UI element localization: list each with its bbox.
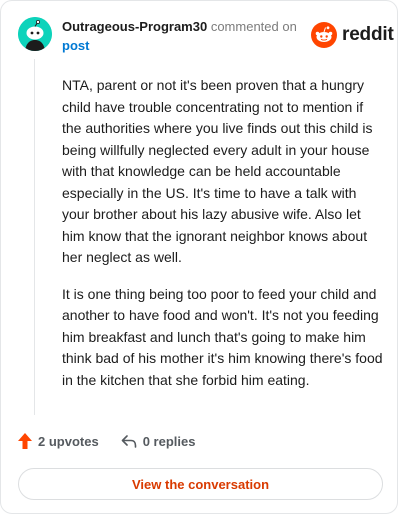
reply-count: 0 replies: [142, 433, 196, 449]
comment-paragraph-2: It is one thing being too poor to feed y…: [62, 285, 383, 388]
thread-line: [34, 59, 35, 415]
comment-header: Outrageous-Program30 commented on post: [62, 18, 312, 54]
upvote-arrow-icon: [18, 433, 32, 449]
reddit-logo[interactable]: reddit: [311, 22, 394, 48]
reply-arrow-icon: [121, 435, 136, 448]
user-avatar[interactable]: [18, 17, 52, 51]
upvote-button[interactable]: 2 upvotes: [18, 433, 99, 449]
comment-actions: 2 upvotes 0 replies: [18, 433, 195, 449]
comment-body: NTA, parent or not it's been proven that…: [62, 75, 384, 406]
reddit-alien-icon: [311, 22, 337, 48]
post-link[interactable]: post: [62, 37, 89, 54]
comment-card: Outrageous-Program30 commented on post r…: [0, 0, 398, 514]
commented-on-text: commented on: [210, 19, 297, 34]
upvote-count: 2 upvotes: [38, 433, 99, 449]
username[interactable]: Outrageous-Program30: [62, 19, 207, 34]
reply-button[interactable]: 0 replies: [121, 433, 196, 449]
reddit-wordmark: reddit: [342, 24, 394, 45]
comment-paragraph-1: NTA, parent or not it's been proven that…: [62, 77, 373, 265]
snoo-avatar-icon: [18, 17, 52, 51]
view-conversation-button[interactable]: View the conversation: [18, 468, 383, 500]
